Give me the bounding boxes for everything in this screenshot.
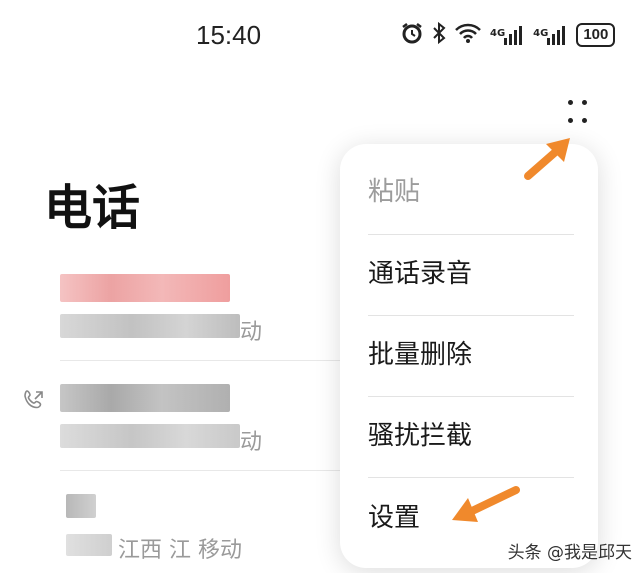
contact-name-redacted [60,384,230,412]
wifi-icon [454,22,482,48]
annotation-arrow-icon [524,138,570,180]
contact-name-redacted [66,494,96,518]
more-dot [582,118,587,123]
signal-icon: 4G [533,24,568,46]
battery-icon: 100 [576,23,616,47]
more-dot [568,118,573,123]
signal-icon: 4G [490,24,525,46]
divider [60,470,340,471]
contact-detail-redacted [60,424,240,448]
outgoing-call-icon [22,388,46,416]
status-bar: 15:40 4G 4G 100 [0,0,640,70]
network-type-label: 4G [533,28,549,39]
alarm-icon [400,21,424,49]
more-options-button[interactable] [560,94,596,130]
call-location: 动 [240,430,263,455]
contact-detail-redacted [60,314,240,338]
menu-item-harassment-block[interactable]: 骚扰拦截 [368,396,574,476]
divider [60,360,340,361]
network-type-label: 4G [490,28,506,39]
contact-name-redacted [60,274,230,302]
annotation-arrow-icon [452,486,520,522]
call-location: 江西 江 移动 [118,538,242,563]
menu-item-call-recording[interactable]: 通话录音 [368,234,574,314]
status-icons: 4G 4G 100 [400,21,616,49]
more-dot [582,100,587,105]
menu-item-batch-delete[interactable]: 批量删除 [368,315,574,395]
status-time: 15:40 [196,20,262,50]
call-location: 动 [240,320,263,345]
contact-detail-redacted [66,534,112,556]
watermark: 头条 @我是邱天 [507,543,632,563]
page-title: 电话 [44,180,141,236]
bluetooth-icon [432,21,446,49]
more-dot [568,100,573,105]
